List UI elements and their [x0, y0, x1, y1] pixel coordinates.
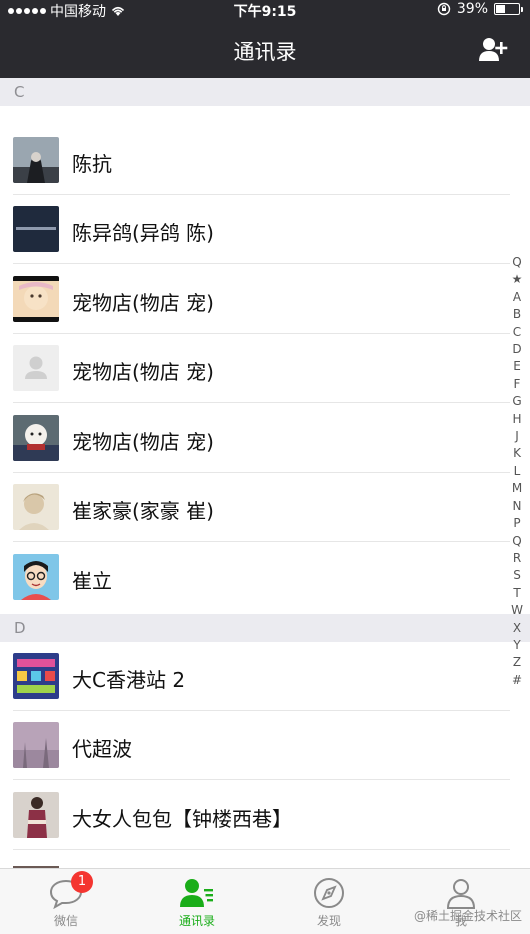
index-letter[interactable]: D [512, 341, 521, 358]
row-divider [13, 124, 510, 125]
avatar [13, 276, 59, 322]
list-item[interactable]: 大女人包包【钟楼西巷】 [0, 781, 510, 850]
avatar [13, 206, 59, 252]
avatar [13, 137, 59, 183]
index-letter[interactable]: # [512, 672, 522, 689]
contact-name: 陈异鸽(异鸽 陈) [72, 221, 214, 245]
top-bar: 中国移动 下午9:15 39% 通讯录 [0, 0, 530, 78]
alphabet-index-bar[interactable]: Q ★ A B C D E F G H J K L M N P Q R S T W X Y Z # [510, 254, 524, 689]
index-letter[interactable]: M [512, 480, 522, 497]
avatar [13, 722, 59, 768]
index-letter[interactable]: P [513, 515, 520, 532]
tab-label: 通讯录 [178, 914, 215, 928]
compass-icon [312, 877, 346, 909]
tab-label: 微信 [53, 914, 78, 928]
index-letter[interactable]: J [515, 428, 519, 445]
index-letter[interactable]: B [513, 306, 521, 323]
section-header-c: C [0, 78, 530, 106]
contact-name: 崔家豪(家豪 崔) [72, 499, 214, 523]
row-divider [13, 402, 510, 403]
list-item[interactable]: 宠物店(物店 宠) [0, 334, 510, 403]
index-letter[interactable]: S [513, 567, 521, 584]
tab-chats[interactable]: 1 微信 [21, 871, 111, 929]
watermark: @稀土掘金技术社区 [413, 909, 522, 923]
index-letter[interactable]: Q [512, 533, 521, 550]
section-header-d: D [0, 614, 530, 642]
index-letter[interactable]: ★ [512, 271, 523, 288]
contact-name: 宠物店(物店 宠) [72, 291, 214, 315]
avatar [13, 484, 59, 530]
page-title: 通讯录 [233, 40, 297, 64]
row-divider [13, 779, 510, 780]
person-icon [444, 877, 478, 909]
list-item[interactable]: 宠物店(物店 宠) [0, 404, 510, 473]
contact-name: 陈抗 [72, 152, 112, 176]
battery-icon [494, 3, 523, 15]
index-letter[interactable]: F [514, 376, 521, 393]
status-right: 39% [437, 1, 523, 17]
index-letter[interactable]: A [513, 289, 521, 306]
list-item[interactable]: 陈异鸽(异鸽 陈) [0, 195, 510, 264]
avatar [13, 653, 59, 699]
index-letter[interactable]: K [513, 445, 521, 462]
row-divider [13, 541, 510, 542]
tab-contacts[interactable]: 通讯录 [152, 877, 242, 929]
tab-label: 发现 [316, 914, 341, 928]
list-item[interactable]: 崔立 [0, 543, 510, 612]
orientation-lock-icon [437, 2, 451, 16]
add-contact-icon[interactable] [478, 36, 508, 62]
battery-percent: 39% [456, 1, 488, 17]
index-letter[interactable]: E [513, 358, 521, 375]
contacts-icon [180, 877, 214, 909]
index-letter[interactable]: Z [513, 654, 521, 671]
list-item[interactable]: 代超波 [0, 711, 510, 780]
index-letter[interactable]: R [513, 550, 521, 567]
row-divider [13, 263, 510, 264]
contact-name: 崔立 [72, 569, 112, 593]
index-letter[interactable]: W [511, 602, 523, 619]
list-item[interactable]: 大C香港站 2 [0, 642, 510, 711]
contact-name: 代超波 [72, 737, 132, 761]
tab-discover[interactable]: 发现 [284, 877, 374, 929]
index-letter[interactable]: T [513, 585, 520, 602]
contact-name: 大C香港站 2 [72, 668, 186, 692]
avatar [13, 554, 59, 600]
index-letter[interactable]: Q [512, 254, 521, 271]
index-letter[interactable]: H [512, 411, 521, 428]
index-letter[interactable]: C [513, 324, 521, 341]
list-item[interactable]: 宠物店(物店 宠) [0, 265, 510, 334]
list-item[interactable]: 崔家豪(家豪 崔) [0, 473, 510, 542]
index-letter[interactable]: N [513, 498, 522, 515]
index-letter[interactable]: Y [513, 637, 520, 654]
contact-name: 大女人包包【钟楼西巷】 [72, 807, 292, 831]
list-item[interactable]: 陈抗 [0, 126, 510, 195]
index-letter[interactable]: G [512, 393, 521, 410]
index-letter[interactable]: X [513, 620, 521, 637]
index-letter[interactable]: L [514, 463, 521, 480]
avatar [13, 792, 59, 838]
status-bar: 中国移动 下午9:15 39% [0, 0, 530, 20]
contact-name: 宠物店(物店 宠) [72, 430, 214, 454]
unread-badge: 1 [71, 871, 93, 893]
chat-bubble-icon: 1 [49, 871, 93, 910]
contact-name: 宠物店(物店 宠) [72, 360, 214, 384]
avatar [13, 415, 59, 461]
battery-fill [496, 5, 505, 13]
tab-bar: 1 微信 通讯录 发现 我 @稀土掘金技术社区 [0, 868, 530, 934]
avatar [13, 345, 59, 391]
